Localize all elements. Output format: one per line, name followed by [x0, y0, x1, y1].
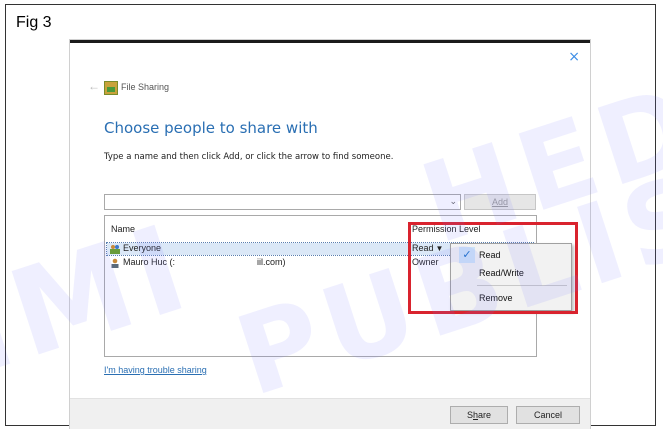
instructions-text: Type a name and then click Add, or click… [104, 152, 394, 162]
figure-label: Fig 3 [16, 14, 52, 31]
red-highlight-box [408, 222, 578, 314]
back-arrow-icon[interactable]: ← [88, 79, 100, 93]
user-icon [111, 258, 119, 268]
trouble-sharing-link[interactable]: I'm having trouble sharing [104, 365, 207, 375]
row-name: Everyone [123, 243, 162, 253]
chevron-down-icon[interactable]: ⌄ [449, 196, 457, 207]
row-name: Mauro Huc (: [123, 257, 176, 267]
file-sharing-icon [104, 81, 118, 95]
cancel-button[interactable]: Cancel [516, 406, 580, 424]
share-label-end: are [478, 410, 492, 420]
row-email: iil.com) [257, 257, 286, 267]
window-title: File Sharing [121, 82, 170, 92]
dialog-footer: Share Cancel [70, 398, 590, 429]
page-heading: Choose people to share with [104, 119, 318, 137]
name-input[interactable]: ⌄ [104, 194, 461, 210]
column-header-name: Name [111, 224, 136, 234]
users-icon [110, 245, 120, 254]
close-icon[interactable]: × [568, 49, 580, 65]
add-button[interactable]: Add [464, 194, 536, 210]
share-button[interactable]: Share [450, 406, 508, 424]
